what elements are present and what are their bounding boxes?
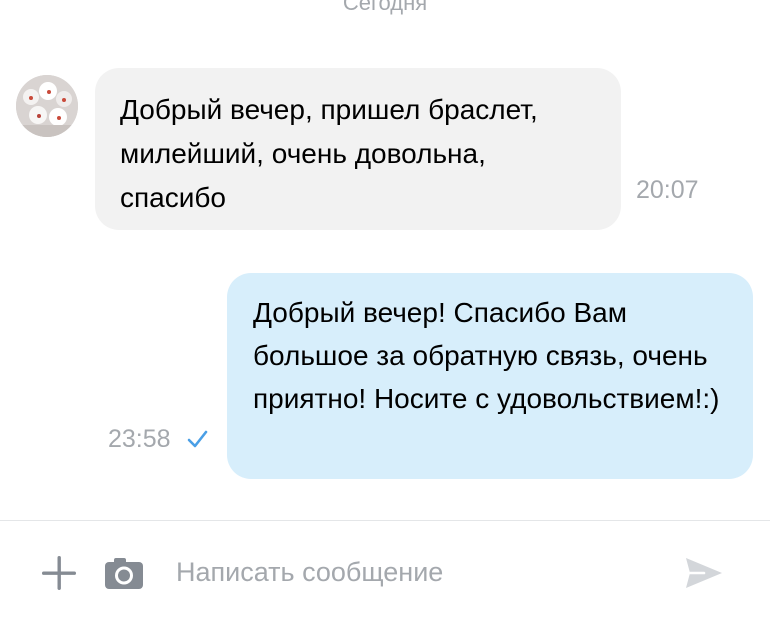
- incoming-message-time: 20:07: [636, 176, 699, 204]
- outgoing-message-bubble[interactable]: Добрый вечер! Спасибо Вам большое за обр…: [227, 273, 753, 479]
- avatar-image: [16, 75, 78, 137]
- camera-icon[interactable]: [104, 556, 144, 590]
- avatar[interactable]: [16, 75, 78, 137]
- plus-icon[interactable]: [41, 555, 77, 591]
- message-composer: [0, 520, 770, 617]
- send-icon[interactable]: [684, 555, 724, 591]
- check-icon: [187, 430, 208, 448]
- date-separator: Сегодня: [342, 0, 428, 15]
- message-input[interactable]: [176, 545, 656, 599]
- incoming-message-text: Добрый вечер, пришел браслет, милейший, …: [120, 94, 538, 213]
- outgoing-message-text: Добрый вечер! Спасибо Вам большое за обр…: [253, 297, 720, 414]
- incoming-message-bubble[interactable]: Добрый вечер, пришел браслет, милейший, …: [95, 68, 621, 230]
- outgoing-message-time: 23:58: [108, 425, 171, 453]
- chat-screen: Сегодня Добрый вечер, пришел браслет, ми…: [0, 0, 770, 617]
